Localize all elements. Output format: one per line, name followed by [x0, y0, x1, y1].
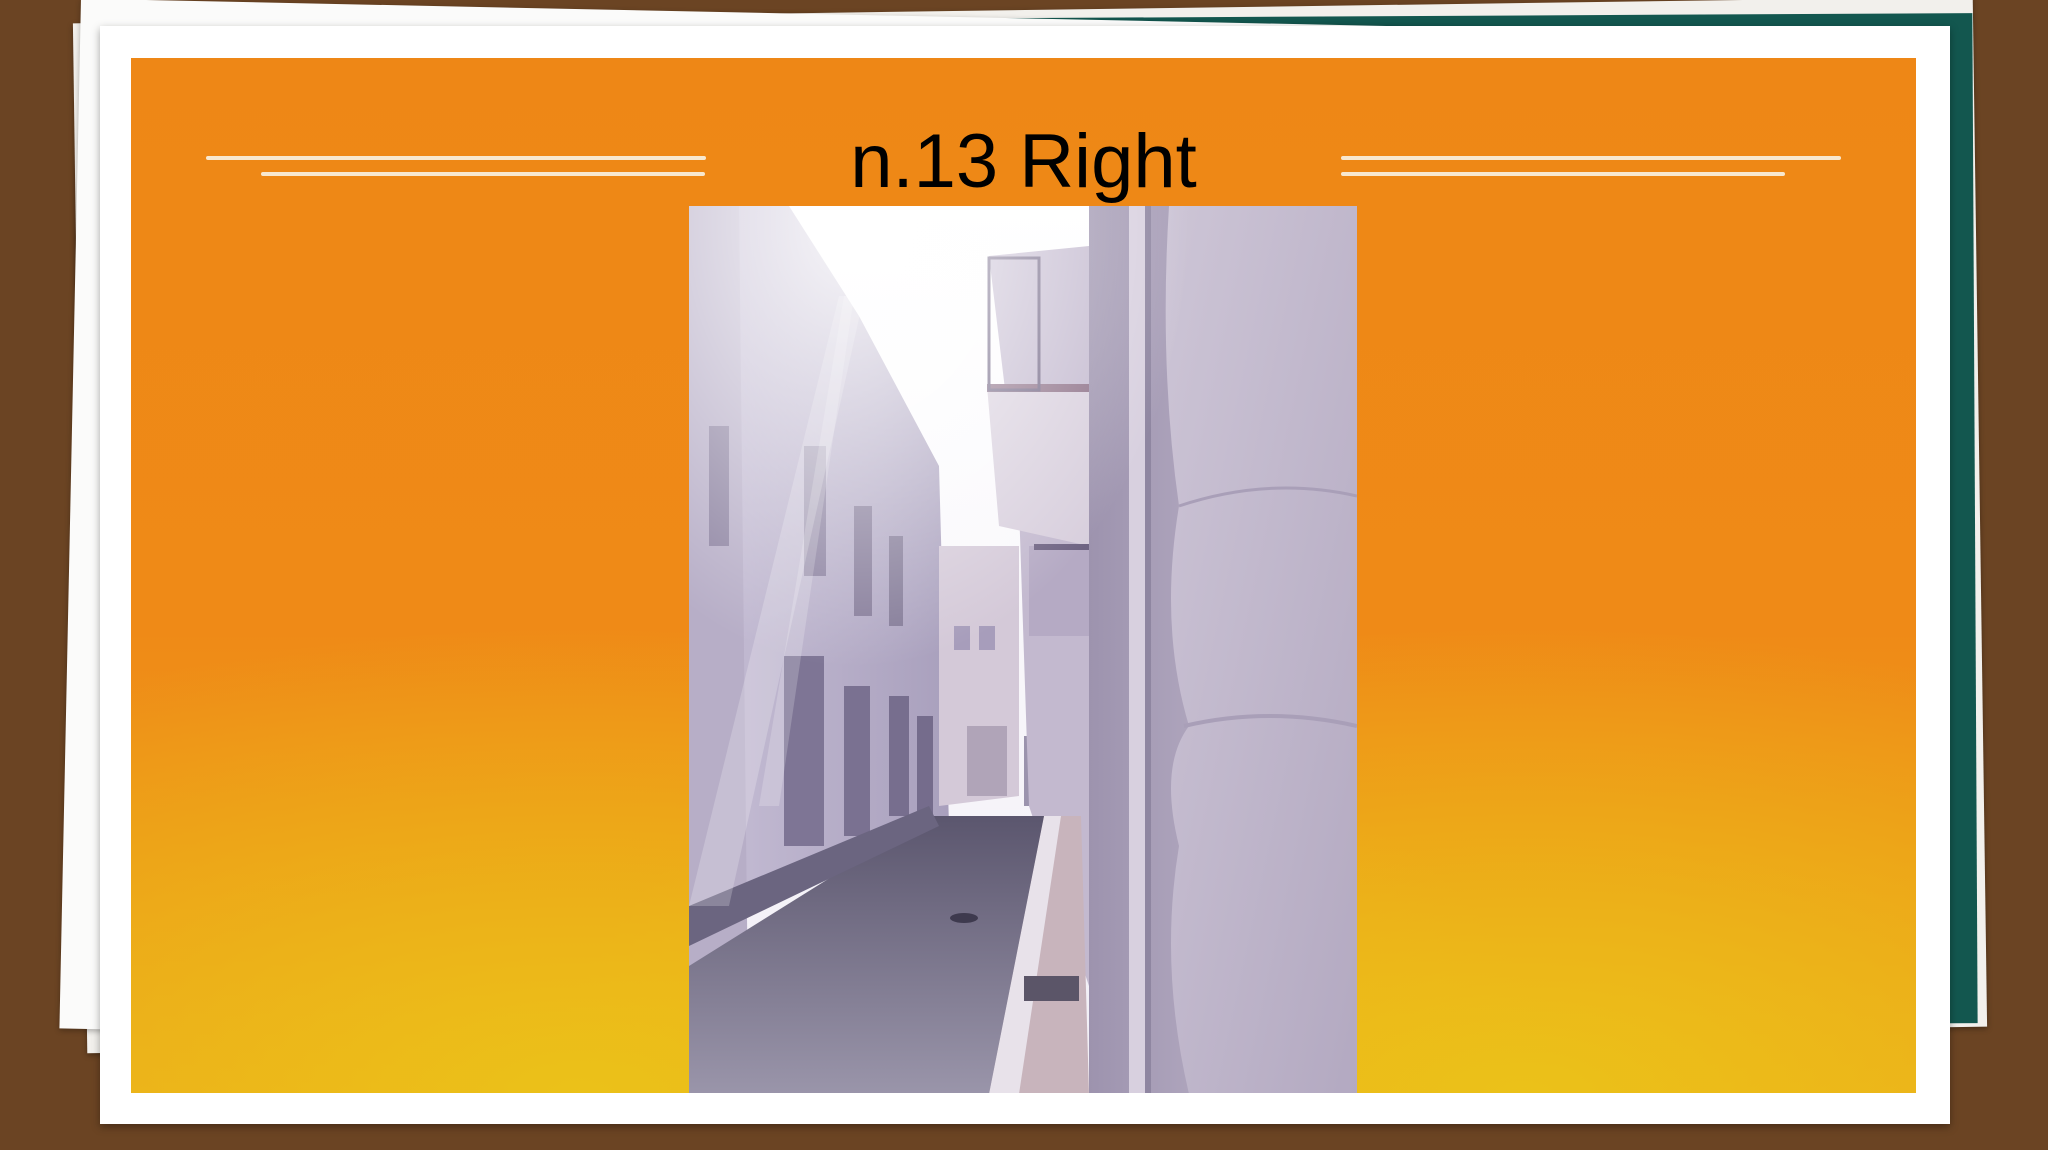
slide: n.13 Right — [131, 58, 1916, 1093]
slide-title: n.13 Right — [850, 119, 1197, 204]
street-photo — [689, 206, 1357, 1093]
